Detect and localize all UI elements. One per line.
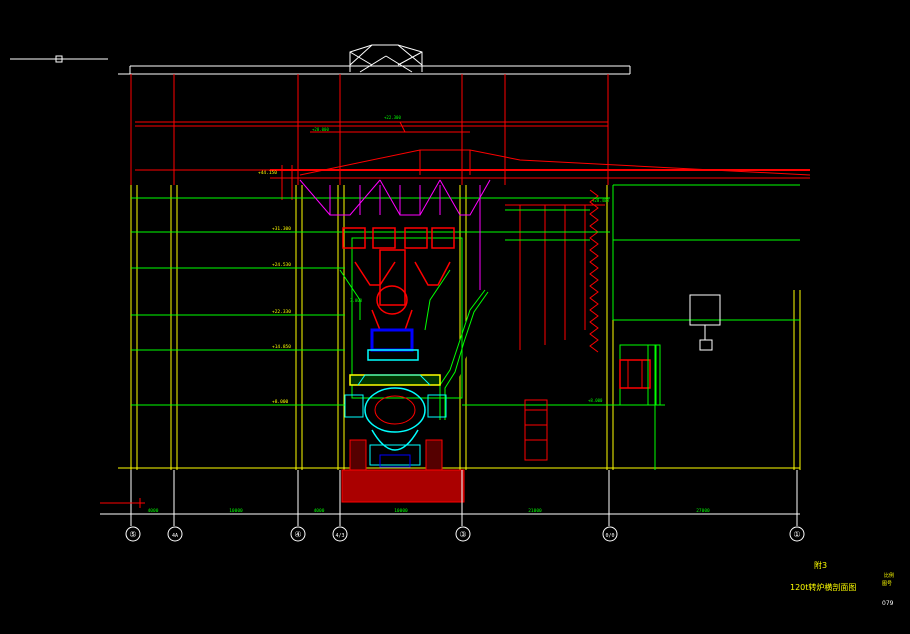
elevation-label-5: +14.850 — [272, 344, 291, 350]
axis-label-3: ④ — [294, 530, 301, 539]
axis-label-5: ③ — [459, 530, 466, 539]
elevation-label-2: +31.300 — [272, 226, 291, 232]
span-dim-3: 4000 — [314, 508, 325, 514]
drawing-title: 120t转炉横剖面图 — [790, 583, 857, 592]
drawing-number-field: 图号 — [882, 581, 893, 587]
span-dim-6: 27000 — [696, 508, 710, 514]
mid-label-note: 3.000 — [350, 298, 363, 303]
mid-elevation-note: +8.000 — [588, 398, 603, 403]
figure-number: 附3 — [814, 561, 828, 570]
elevation-label-3: +24.530 — [272, 262, 291, 268]
axis-label-6: 0/0 — [605, 533, 614, 539]
elevation-label-6: +8.000 — [272, 399, 289, 405]
axis-label-7: ① — [793, 530, 800, 539]
top-elevation-note-2: +22.300 — [384, 115, 401, 120]
elevation-label-1: +44.150 — [258, 170, 277, 176]
span-dim-4: 10000 — [394, 508, 408, 514]
span-dim-5: 21000 — [528, 508, 542, 514]
span-dim-1: 4000 — [148, 508, 159, 514]
axis-label-4: 4/3 — [335, 533, 344, 539]
elevation-label-4: +22.330 — [272, 309, 291, 315]
sheet-number: 079 — [882, 600, 894, 607]
span-dim-2: 10000 — [229, 508, 243, 514]
axis-label-1: ⑤ — [129, 530, 136, 539]
right-elevation-note: +28.400 — [592, 198, 609, 203]
axis-label-2: 4A — [172, 533, 178, 539]
scale-field: 比例 — [884, 573, 895, 579]
top-elevation-note: +28.000 — [312, 127, 329, 132]
cad-drawing-canvas: ⑤ 4A ④ 4/3 ③ 0/0 ① 4000 10000 4000 10000… — [0, 0, 910, 634]
title-block: 附3 120t转炉横剖面图 比例 图号 079 — [790, 560, 900, 630]
